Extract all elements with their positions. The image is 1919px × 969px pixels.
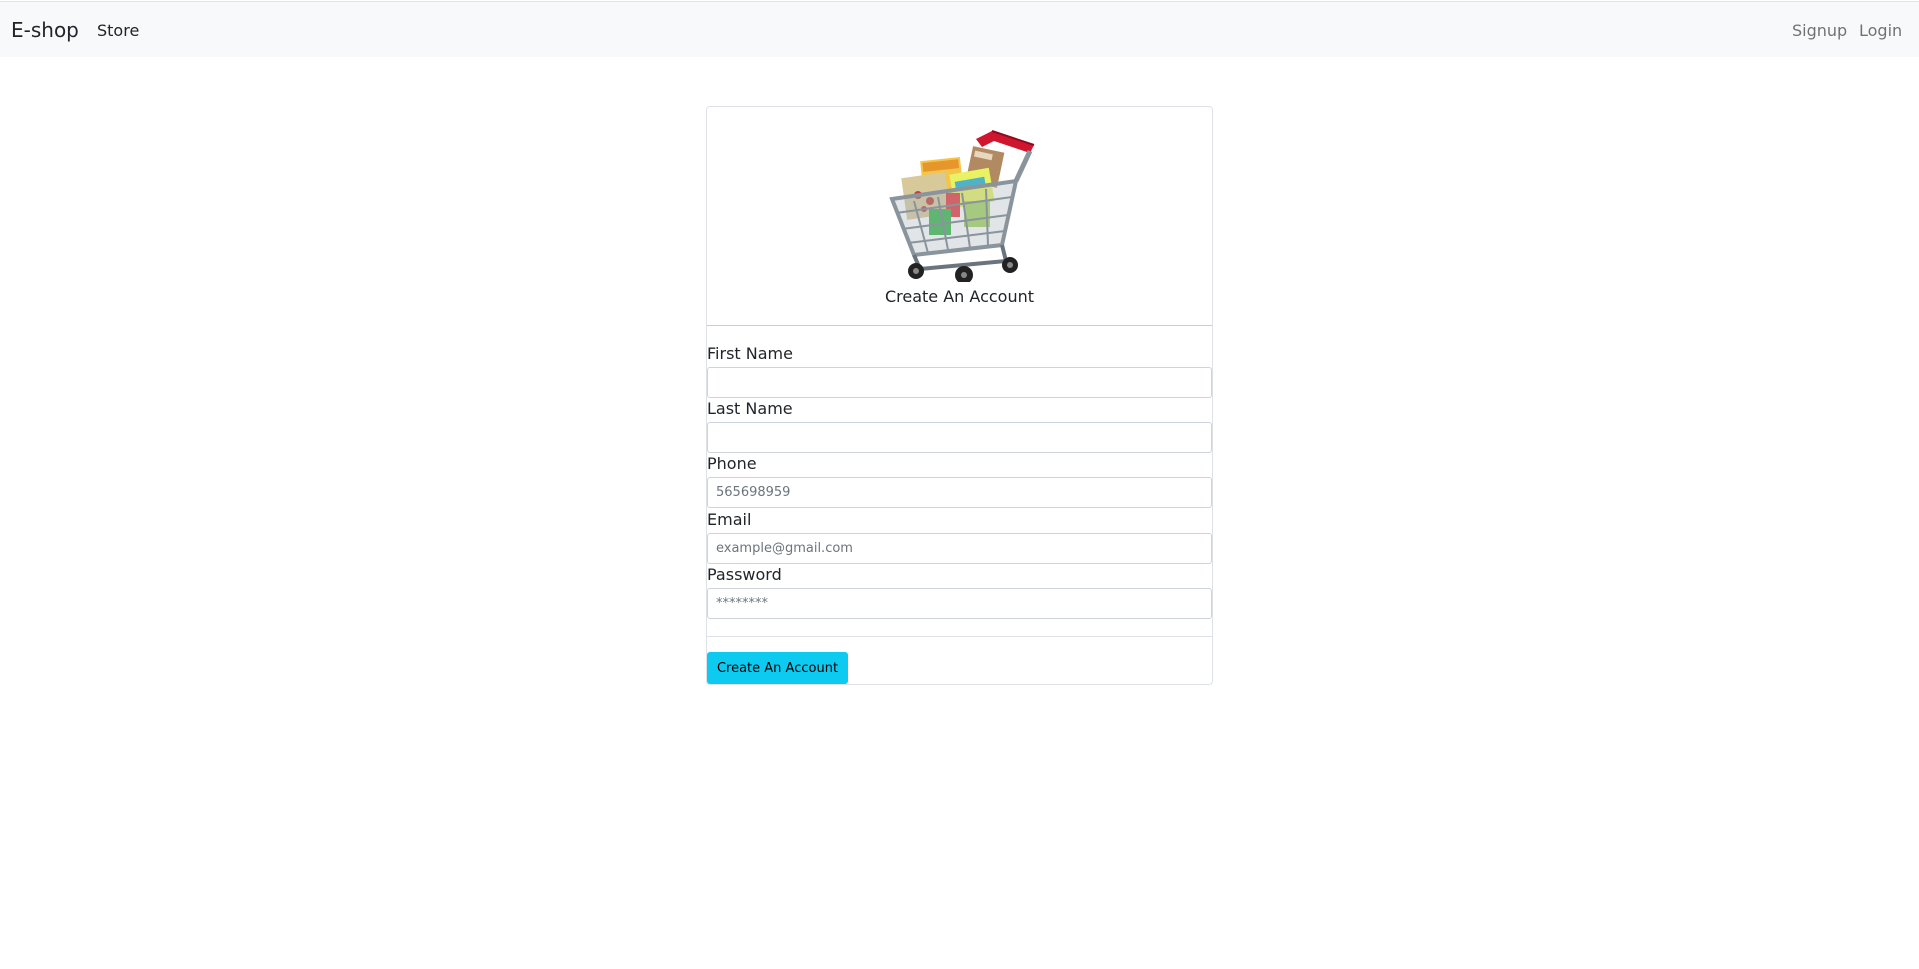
email-input[interactable] xyxy=(707,533,1212,564)
store-link[interactable]: Store xyxy=(97,21,139,40)
last-name-input[interactable] xyxy=(707,422,1212,453)
shopping-cart-icon xyxy=(889,130,1035,282)
phone-label: Phone xyxy=(707,454,757,473)
password-label: Password xyxy=(707,565,782,584)
signup-link[interactable]: Signup xyxy=(1792,21,1847,40)
last-name-label: Last Name xyxy=(707,399,793,418)
login-link[interactable]: Login xyxy=(1859,21,1902,40)
card-title: Create An Account xyxy=(884,287,1035,306)
signup-card: Create An Account First Name Last Name P… xyxy=(706,106,1213,685)
top-navbar: E-shop Store Signup Login xyxy=(0,1,1919,57)
brand-link[interactable]: E-shop xyxy=(11,18,79,42)
email-label: Email xyxy=(707,510,752,529)
create-account-button[interactable]: Create An Account xyxy=(707,652,848,684)
first-name-input[interactable] xyxy=(707,367,1212,398)
first-name-label: First Name xyxy=(707,344,793,363)
card-footer-divider xyxy=(707,636,1212,637)
card-header: Create An Account xyxy=(707,107,1212,326)
password-input[interactable] xyxy=(707,588,1212,619)
phone-input[interactable] xyxy=(707,477,1212,508)
